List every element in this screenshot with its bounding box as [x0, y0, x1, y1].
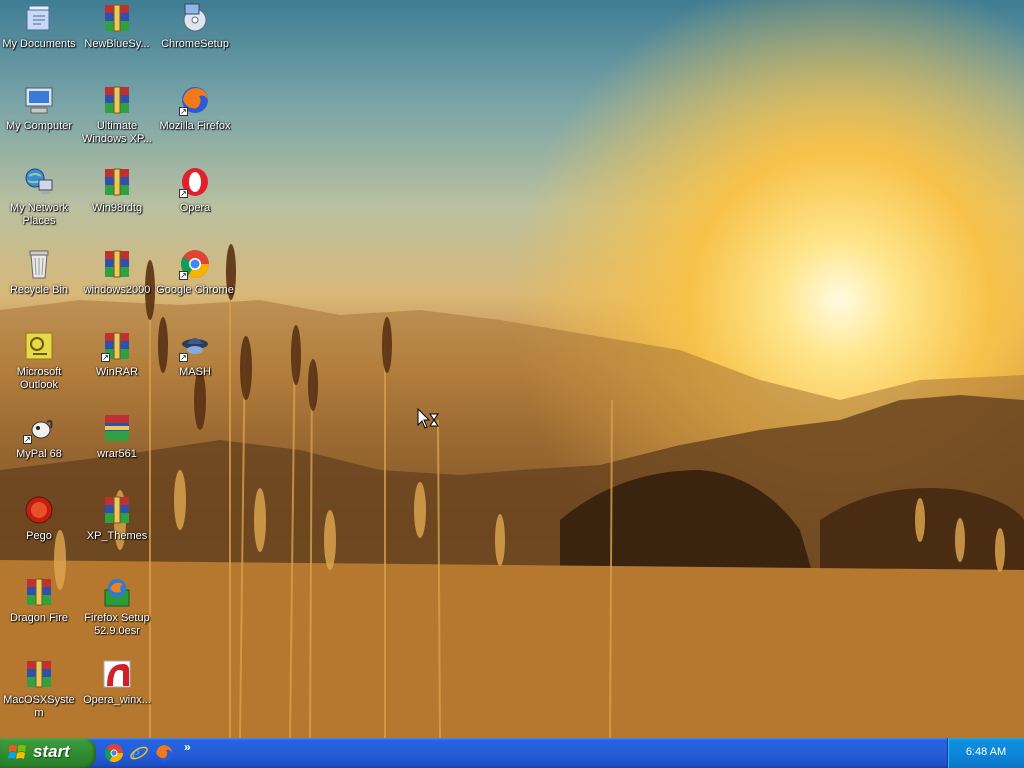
shortcut-arrow-icon: ↗ [101, 353, 110, 362]
desktop-icon-microsoft-outlook[interactable]: Microsoft Outlook [0, 330, 78, 408]
desktop-icon-firefox-setup[interactable]: Firefox Setup 52.9.0esr [78, 576, 156, 654]
chrome-icon[interactable] [104, 743, 124, 763]
icon-label: Mozilla Firefox [159, 120, 231, 132]
pego-icon [25, 496, 53, 524]
desktop-icon-ultimate-windows-xp[interactable]: Ultimate Windows XP... [78, 84, 156, 162]
icon-label: Opera_winx... [83, 694, 151, 706]
icon-label: Firefox Setup 52.9.0esr [84, 612, 150, 637]
opera-installer-icon [103, 660, 131, 688]
desktop-icon-newbluesy[interactable]: NewBlueSy... [78, 2, 156, 80]
desktop-icon-xp-themes[interactable]: XP_Themes [78, 494, 156, 572]
icon-label: Ultimate Windows XP... [81, 120, 153, 145]
desktop-icon-win98rdtg[interactable]: Win98rdtg [78, 166, 156, 244]
shortcut-arrow-icon: ↗ [179, 189, 188, 198]
shortcut-arrow-icon: ↗ [179, 271, 188, 280]
setup-installer-icon [183, 3, 207, 32]
internet-explorer-icon[interactable]: e [129, 743, 149, 763]
desktop-icon-dragon-fire[interactable]: Dragon Fire [0, 576, 78, 654]
desktop-icon-mash[interactable]: ↗ MASH [156, 330, 234, 408]
desktop-icon-chromesetup[interactable]: ChromeSetup [156, 2, 234, 80]
icon-label: Win98rdtg [91, 202, 143, 214]
icon-label: MASH [179, 366, 211, 378]
desktop[interactable]: My Documents My Computer My Network Plac… [0, 0, 1024, 738]
icon-label: Recycle Bin [9, 284, 69, 296]
icon-label: Opera [179, 202, 211, 214]
winrar-installer-icon [105, 415, 129, 441]
icon-label: Google Chrome [156, 284, 234, 296]
shortcut-arrow-icon: ↗ [179, 107, 188, 116]
desktop-icon-windows2000[interactable]: windows2000 [78, 248, 156, 326]
icon-label: windows2000 [83, 284, 151, 296]
windows-flag-icon [8, 745, 26, 759]
icon-label: ChromeSetup [161, 38, 229, 50]
icon-label: Microsoft Outlook [16, 366, 62, 391]
my-documents-icon [26, 5, 50, 31]
icon-label: Dragon Fire [9, 612, 69, 624]
outlook-icon [25, 332, 53, 360]
winrar-archive-icon [27, 578, 51, 606]
icon-label: My Documents [2, 38, 76, 50]
winrar-archive-icon [105, 86, 129, 114]
busy-cursor-icon [417, 408, 439, 429]
icon-label: wrar561 [97, 448, 137, 460]
desktop-icon-my-network-places[interactable]: My Network Places [0, 166, 78, 244]
quick-launch-overflow-chevron[interactable]: » [184, 740, 191, 754]
shortcut-arrow-icon: ↗ [23, 435, 32, 444]
desktop-icon-pego[interactable]: Pego [0, 494, 78, 572]
taskbar: start e » 6:48 AM [0, 738, 1024, 768]
desktop-icon-winrar[interactable]: ↗ WinRAR [78, 330, 156, 408]
icon-label: MacOSXSystem [3, 694, 75, 719]
icon-label: Pego [26, 530, 52, 542]
winrar-archive-icon [27, 660, 51, 688]
icon-label: MyPal 68 [16, 448, 62, 460]
desktop-icon-recycle-bin[interactable]: Recycle Bin [0, 248, 78, 326]
winrar-archive-icon [105, 168, 129, 196]
desktop-icon-opera-winx[interactable]: Opera_winx... [78, 658, 156, 736]
desktop-icon-wrar561[interactable]: wrar561 [78, 412, 156, 490]
icon-label: XP_Themes [86, 530, 148, 542]
network-places-icon [25, 168, 53, 194]
desktop-icon-mozilla-firefox[interactable]: ↗ Mozilla Firefox [156, 84, 234, 162]
desktop-icon-google-chrome[interactable]: ↗ Google Chrome [156, 248, 234, 326]
desktop-icon-mypal[interactable]: ↗ MyPal 68 [0, 412, 78, 490]
system-tray: 6:48 AM [947, 738, 1024, 768]
shortcut-arrow-icon: ↗ [179, 353, 188, 362]
clock[interactable]: 6:48 AM [948, 746, 1024, 758]
start-label: start [33, 742, 70, 761]
icon-label: WinRAR [95, 366, 139, 378]
winrar-archive-icon [105, 4, 129, 32]
icon-label: My Computer [5, 120, 73, 132]
desktop-icon-macosxsystem[interactable]: MacOSXSystem [0, 658, 78, 736]
desktop-icon-opera[interactable]: ↗ Opera [156, 166, 234, 244]
firefox-setup-icon [104, 579, 130, 607]
recycle-bin-icon [29, 250, 49, 279]
start-button[interactable]: start [0, 738, 96, 768]
winrar-archive-icon [105, 496, 129, 524]
icon-label: NewBlueSy... [84, 38, 150, 50]
firefox-icon[interactable] [154, 743, 174, 763]
icon-label: My Network Places [9, 202, 69, 227]
my-computer-icon [25, 87, 53, 114]
desktop-icon-my-documents[interactable]: My Documents [0, 2, 78, 80]
desktop-icon-my-computer[interactable]: My Computer [0, 84, 78, 162]
winrar-archive-icon [105, 250, 129, 278]
